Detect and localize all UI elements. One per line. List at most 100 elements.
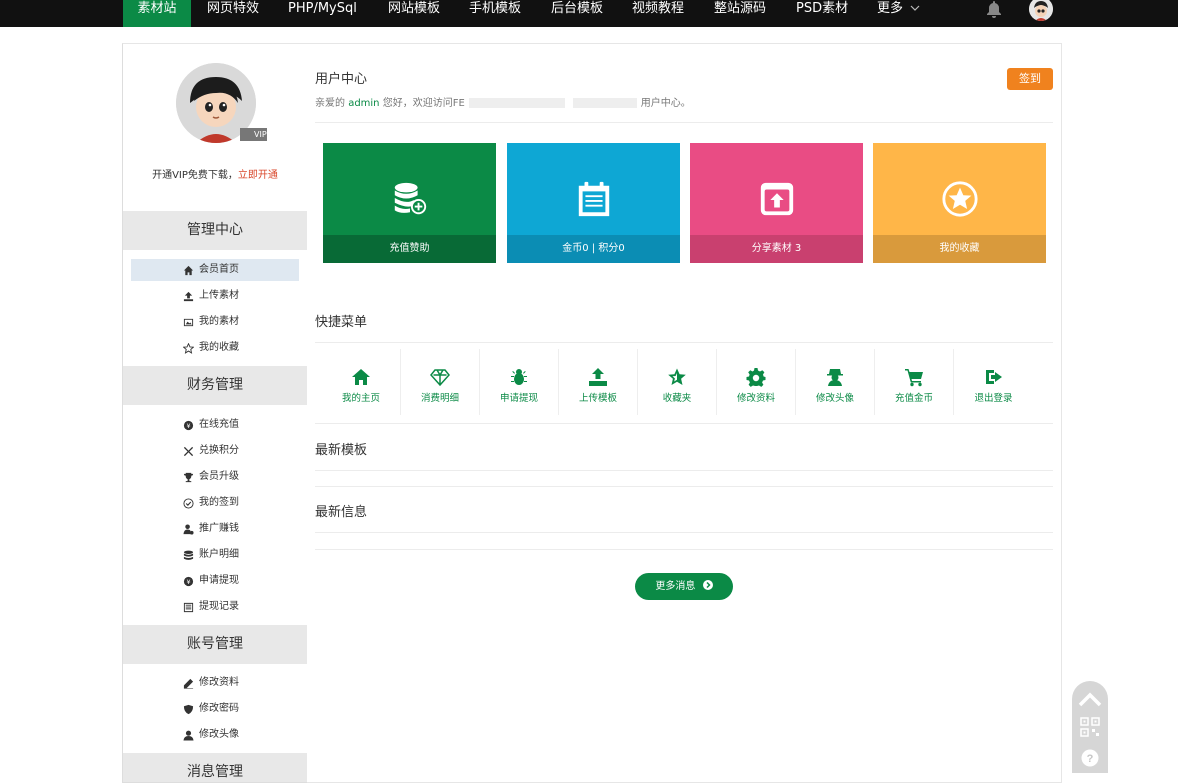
sidebar-item-withdraw-records[interactable]: 提现记录 [131,596,299,618]
nav-item-houtaimoban[interactable]: 后台模板 [551,0,603,27]
edit-icon [183,678,194,689]
tile-caption: 分享素材 3 [690,235,863,263]
nav-item-shipinjiaocheng[interactable]: 视频教程 [632,0,684,27]
section-title-finance: 财务管理 [123,366,307,405]
help-icon[interactable]: ? [1081,749,1099,767]
quick-edit-profile[interactable]: 修改资料 [717,349,796,415]
quick-logout[interactable]: 退出登录 [954,349,1033,415]
section-title-manage: 管理中心 [123,211,307,250]
sidebar-item-change-password[interactable]: 修改密码 [131,698,299,720]
divider [315,532,1053,533]
nav-item-more[interactable]: 更多 [877,0,920,27]
quick-change-avatar[interactable]: 修改头像 [796,349,875,415]
divider [315,549,1053,550]
sidebar-item-exchange-points[interactable]: 兑换积分 [131,440,299,462]
sidebar-item-my-favorites[interactable]: 我的收藏 [131,337,299,359]
star-circle-icon [941,181,978,217]
section-title-messages: 消息管理 [123,753,307,782]
nav-item-wangyetexiao[interactable]: 网页特效 [207,0,259,27]
divider [315,122,1053,123]
sidebar-item-recharge[interactable]: ¥ 在线充值 [131,414,299,436]
quick-consumption[interactable]: 消费明细 [401,349,480,415]
sidebar-item-my-materials[interactable]: 我的素材 [131,311,299,333]
star-icon [183,342,194,354]
yen-icon: ¥ [183,576,194,586]
quick-my-home[interactable]: 我的主页 [322,349,401,415]
sidebar-item-my-checkin[interactable]: 我的签到 [131,492,299,514]
sidebar-item-upload[interactable]: 上传素材 [131,285,299,307]
tile-caption: 充值赞助 [323,235,496,263]
logout-icon [985,370,1002,384]
floating-toolbar: ? [1072,681,1108,773]
username: admin [348,98,380,109]
page-title: 用户中心 [315,72,368,87]
user-icon [183,730,194,741]
tile-caption: 金币0 | 积分0 [507,235,680,263]
database-plus-icon [394,182,426,215]
tile-my-favorites[interactable]: 我的收藏 [873,143,1046,263]
calendar-list-icon [578,181,609,217]
user-secret-icon [827,369,843,386]
trophy-icon [183,472,194,482]
diamond-icon [430,369,450,387]
nav-item-php-mysql[interactable]: PHP/MySql [288,0,357,27]
quick-menu-title: 快捷菜单 [315,315,368,330]
svg-text:¥: ¥ [186,577,190,585]
qr-code-icon[interactable] [1080,717,1100,737]
quick-favorites[interactable]: 收藏夹 [638,349,717,415]
arrow-right-circle-icon [702,580,713,590]
nav-item-zhengzhanyuanma[interactable]: 整站源码 [714,0,766,27]
redacted-block [572,98,637,108]
tile-caption: 我的收藏 [873,235,1046,263]
upload-icon [589,368,607,386]
sidebar-item-promote[interactable]: 推广赚钱 [131,518,299,540]
sidebar-item-withdraw[interactable]: ¥ 申请提现 [131,570,299,592]
bell-icon[interactable] [985,0,1003,18]
gear-icon [746,368,766,387]
chevron-down-icon [910,5,920,11]
quick-withdraw[interactable]: 申请提现 [480,349,559,415]
tile-shared-materials[interactable]: 分享素材 3 [690,143,863,263]
latest-info-title: 最新信息 [315,505,368,520]
check-circle-icon [183,497,194,509]
nav-item-sucaizhan[interactable]: 素材站 [123,0,191,27]
sidebar-item-account-detail[interactable]: 账户明细 [131,544,299,566]
cart-icon [905,369,923,387]
vip-promo: 开通VIP免费下载，立即开通 [152,170,278,181]
latest-templates-title: 最新模板 [315,443,368,458]
tile-recharge[interactable]: 充值赞助 [323,143,496,263]
nav-item-shoujimoban[interactable]: 手机模板 [469,0,521,27]
user-avatar[interactable] [1029,0,1053,21]
main-content: 用户中心 亲爱的 admin 您好，欢迎访问FE 用户中心。 签到 充值赞助 金币… [307,43,1062,783]
bug-icon [511,369,527,385]
sidebar: VIP 开通VIP免费下载，立即开通 管理中心 会员首页 上传素材 我的素材 我… [122,43,308,783]
divider [315,342,1053,343]
coin-icon: ¥ [183,420,194,430]
database-icon [183,550,194,560]
exchange-icon [183,446,194,456]
nav-item-psd-sucai[interactable]: PSD素材 [796,0,848,27]
quick-recharge-coins[interactable]: 充值金币 [875,349,954,415]
home-icon [183,265,194,275]
avatar-face-icon [1029,0,1053,21]
image-icon [183,318,194,326]
vip-badge: VIP [240,128,267,141]
nav-item-wangzhanmoban[interactable]: 网站模板 [388,0,440,27]
user-money-icon [183,523,194,535]
chevron-up-icon[interactable] [1072,685,1108,715]
sidebar-item-edit-profile[interactable]: 修改资料 [131,672,299,694]
quick-upload-template[interactable]: 上传模板 [559,349,638,415]
tile-coins-points[interactable]: 金币0 | 积分0 [507,143,680,263]
section-title-account: 账号管理 [123,625,307,664]
sidebar-item-member-upgrade[interactable]: 会员升级 [131,466,299,488]
sidebar-item-member-home[interactable]: 会员首页 [131,259,299,281]
list-icon [183,602,194,612]
sidebar-item-change-avatar[interactable]: 修改头像 [131,724,299,746]
sign-in-button[interactable]: 签到 [1007,68,1053,90]
vip-open-link[interactable]: 立即开通 [238,170,278,181]
quick-menu: 我的主页 消费明细 申请提现 上传模板 收藏夹 修改资料 修改头像 充值金币 退… [322,349,1033,415]
divider [315,423,1053,424]
svg-text:?: ? [1087,753,1094,765]
more-messages-button[interactable]: 更多消息 [635,573,733,600]
upload-icon [183,291,194,301]
